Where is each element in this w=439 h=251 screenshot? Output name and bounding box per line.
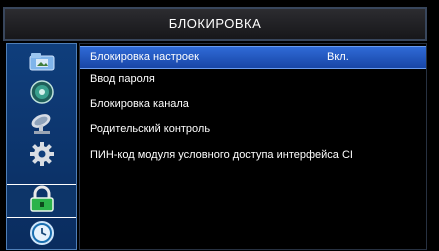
lock-icon [27, 185, 57, 218]
tab-sound[interactable] [11, 79, 72, 110]
satellite-dish-icon [29, 111, 55, 140]
menu-item-channel-lock[interactable]: Блокировка канала [80, 93, 426, 116]
menu-item-value: Вкл. [327, 51, 349, 63]
speaker-icon [29, 79, 55, 110]
tab-lock[interactable] [7, 184, 76, 218]
menu-title: БЛОКИРОВКА [3, 7, 427, 41]
tv-menu-screen: БЛОКИРОВКА Блокировка настроек Вкл. Ввод… [0, 0, 439, 250]
lock-settings-panel: Блокировка настроек Вкл. Ввод пароля Бло… [79, 43, 427, 250]
tab-setup[interactable] [11, 141, 72, 172]
tab-time[interactable] [11, 220, 72, 251]
menu-item-label: Блокировка настроек [90, 51, 199, 63]
tab-picture[interactable] [11, 50, 72, 76]
menu-item-parental-control[interactable]: Родительский контроль [80, 118, 426, 141]
menu-item-settings-lock[interactable]: Блокировка настроек Вкл. [80, 46, 426, 69]
menu-item-password-entry[interactable]: Ввод пароля [80, 68, 426, 91]
picture-folder-icon [28, 50, 56, 77]
menu-item-label: Родительский контроль [90, 123, 211, 135]
menu-item-label: ПИН-код модуля условного доступа интерфе… [90, 149, 353, 161]
tab-channel[interactable] [11, 112, 72, 138]
category-sidebar [6, 43, 77, 250]
clock-icon [29, 220, 55, 251]
gear-icon [29, 141, 55, 172]
menu-item-ci-pin-code[interactable]: ПИН-код модуля условного доступа интерфе… [80, 144, 426, 167]
menu-item-label: Ввод пароля [90, 73, 155, 85]
menu-item-label: Блокировка канала [90, 98, 189, 110]
